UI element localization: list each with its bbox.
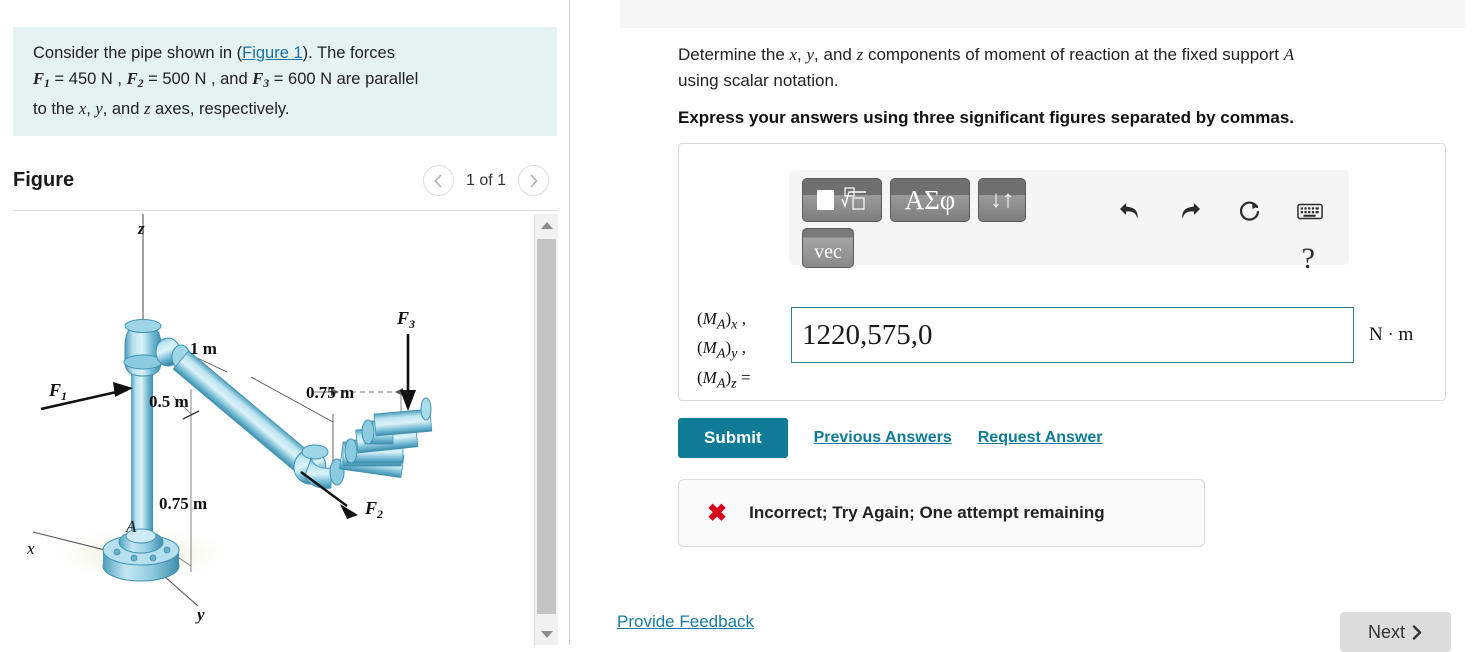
editor-tools (1117, 198, 1323, 224)
flange-bolt (163, 546, 171, 554)
prompt-text-3: using scalar notation. (678, 71, 839, 90)
prompt-point-a: A (1283, 45, 1295, 64)
figure-pager: 1 of 1 (422, 165, 549, 196)
answer-label-z: (MA)z = (697, 367, 751, 392)
chevron-right-icon (530, 174, 538, 187)
f2-value: = 500 N , and (148, 70, 248, 88)
feedback-banner: ✖ Incorrect; Try Again; One attempt rema… (678, 479, 1205, 547)
force-f3-label: F3 (396, 308, 415, 331)
submit-row: Submit Previous Answers Request Answer (678, 418, 1103, 458)
f3-value: = 600 N are parallel (273, 70, 419, 88)
right-panel: Determine the x, y, and z components of … (570, 0, 1481, 652)
point-a-label: A (125, 517, 137, 536)
triangle-up-icon (540, 221, 553, 229)
prompt-text-2: components of moment of reaction at the … (863, 45, 1284, 64)
greek-symbols-button[interactable]: ΑΣφ (890, 178, 970, 222)
answer-input[interactable] (791, 307, 1354, 363)
statement-text-1: Consider the pipe shown in ( (33, 44, 243, 62)
answer-label-y: (MA)y , (697, 338, 746, 362)
root-icon (841, 187, 866, 210)
help-button[interactable]: ? (1302, 242, 1315, 276)
scrollbar-up-button[interactable] (535, 214, 558, 236)
figure-scrollbar[interactable] (534, 214, 558, 645)
figure-title: Figure (13, 169, 75, 191)
x-mark-icon: ✖ (707, 499, 728, 527)
axis-x-label: x (26, 539, 35, 558)
axis-z-label: z (137, 219, 145, 238)
prompt-var-y: y (806, 45, 815, 64)
top-strip (620, 0, 1465, 28)
answer-label: (MA)x , (MA)y , (MA)z = (697, 307, 797, 395)
submit-button[interactable]: Submit (678, 418, 788, 458)
answer-container: ΑΣφ ↓↑ vec ? (MA)x , (MA)y , (MA)z = 122… (678, 143, 1446, 401)
vector-button[interactable]: vec (802, 228, 854, 268)
statement-text-2: ). The forces (302, 44, 395, 62)
figure-prev-button[interactable] (422, 165, 454, 196)
keyboard-button[interactable] (1297, 198, 1323, 224)
redo-button[interactable] (1177, 198, 1203, 224)
scrollbar-thumb[interactable] (537, 239, 556, 614)
figure-page-indicator: 1 of 1 (465, 171, 506, 189)
undo-button[interactable] (1117, 198, 1143, 224)
prompt-text-1: Determine the (678, 45, 790, 64)
answer-instruction: Express your answers using three signifi… (678, 108, 1294, 127)
keyboard-icon (1297, 203, 1323, 219)
flange-bolt (130, 554, 138, 562)
axis-y-label: y (195, 605, 205, 624)
left-panel: Consider the pipe shown in (Figure 1). T… (0, 0, 569, 645)
answer-label-x: (MA)x , (697, 309, 746, 333)
reset-icon (1239, 201, 1260, 221)
force-f1-label: F1 (48, 380, 67, 403)
question-prompt: Determine the x, y, and z components of … (678, 45, 1295, 90)
chevron-right-icon (1412, 624, 1422, 640)
request-answer-link[interactable]: Request Answer (978, 429, 1103, 447)
flange-bolt (149, 554, 157, 562)
dim-075m-top-label: 0.75 m (306, 383, 354, 402)
next-button-label: Next (1367, 621, 1405, 642)
force-f2-label: F2 (364, 498, 383, 521)
redo-icon (1182, 203, 1200, 219)
feedback-message: Incorrect; Try Again; One attempt remain… (749, 503, 1105, 522)
force-f3-arrow (400, 334, 416, 411)
scrollbar-track[interactable] (535, 236, 558, 623)
next-button[interactable]: Next (1340, 612, 1451, 652)
f2-symbol: F2 (126, 69, 144, 90)
figure-next-button[interactable] (518, 165, 549, 196)
f1-value: = 450 N , (54, 70, 122, 88)
prompt-var-x: x (789, 45, 798, 64)
undo-icon (1120, 203, 1138, 219)
reset-button[interactable] (1237, 198, 1263, 224)
pipe-collar-ring (361, 419, 375, 445)
statement-text-3: to the x, y, and z axes, respectively. (33, 98, 290, 118)
triangle-down-icon (540, 630, 553, 638)
dim-1m-label: 1 m (190, 339, 217, 358)
pipe-assembly-drawing: z x y A F1 F2 F3 1 m 0.5 m 0.75 m 0.75 m (26, 214, 433, 624)
sqrt-template-icon (817, 186, 867, 214)
answer-units: N · m (1369, 324, 1414, 345)
figure-diagram: z x y A F1 F2 F3 1 m 0.5 m 0.75 m 0.75 m (13, 214, 533, 645)
math-toolbar: ΑΣφ ↓↑ vec ? (789, 170, 1349, 275)
f3-symbol: F3 (252, 69, 270, 90)
scrollbar-down-button[interactable] (535, 623, 558, 645)
figure-header: Figure 1 of 1 (13, 165, 557, 210)
chevron-left-icon (434, 174, 442, 187)
previous-answers-link[interactable]: Previous Answers (814, 429, 952, 447)
f1-symbol: F1 (33, 69, 50, 90)
updown-button[interactable]: ↓↑ (978, 178, 1026, 222)
provide-feedback-link[interactable]: Provide Feedback (617, 612, 754, 632)
pipe-elbow-lower-cap (301, 444, 329, 460)
dim-05m-label: 0.5 m (149, 392, 189, 411)
dim-075m-bottom-label: 0.75 m (159, 494, 207, 513)
elbow-top-cap (124, 319, 162, 333)
pipe-end-cap (420, 397, 432, 421)
page-root: Consider the pipe shown in (Figure 1). T… (0, 0, 1481, 652)
figure-1-link[interactable]: Figure 1 (242, 44, 303, 62)
problem-statement: Consider the pipe shown in (Figure 1). T… (13, 27, 557, 136)
flange-bolt (113, 548, 121, 556)
math-template-button[interactable] (802, 178, 882, 222)
figure-divider (13, 210, 557, 211)
